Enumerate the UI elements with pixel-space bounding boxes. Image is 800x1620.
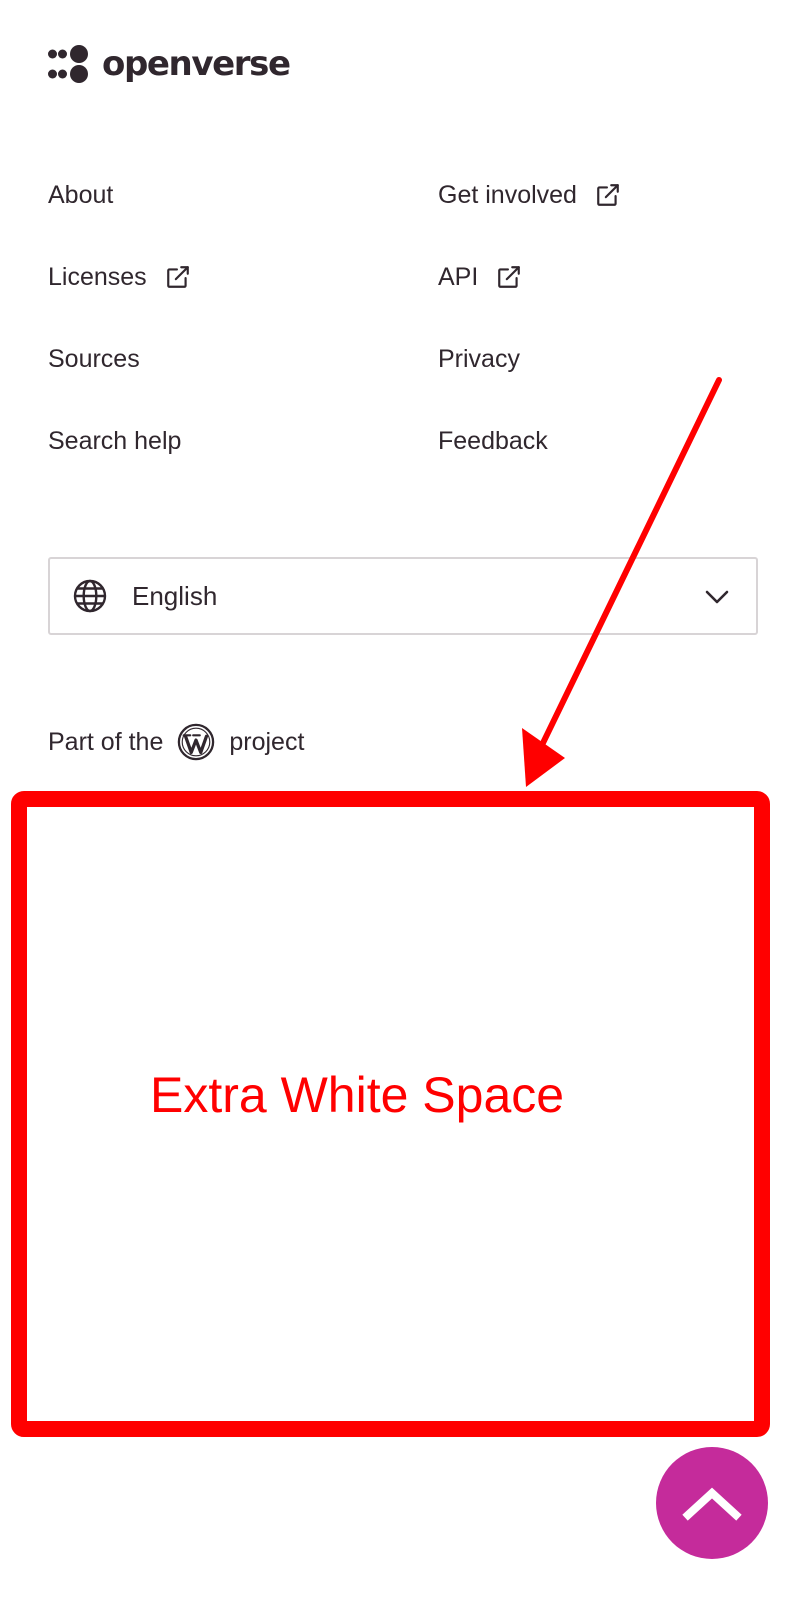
footer-link-label: About xyxy=(48,181,114,209)
openverse-logo-text: openverse xyxy=(102,44,291,84)
annotation-overlay xyxy=(11,377,770,1437)
back-to-top-button[interactable] xyxy=(656,1447,768,1559)
footer-link-label: Get involved xyxy=(438,181,577,209)
language-select-value: English xyxy=(132,581,218,611)
footer-link-feedback[interactable]: Feedback xyxy=(438,426,548,456)
external-link-icon xyxy=(597,184,619,206)
footer-link-get-involved[interactable]: Get involved xyxy=(438,180,621,210)
wordpress-icon[interactable] xyxy=(177,723,215,761)
footer-link-label: Sources xyxy=(48,345,140,373)
globe-icon xyxy=(73,579,107,613)
language-select[interactable]: English xyxy=(48,557,758,635)
footer-link-licenses[interactable]: Licenses xyxy=(48,262,191,292)
part-of-wordpress: Part of the project xyxy=(48,722,304,762)
footer-link-label: Licenses xyxy=(48,263,147,291)
openverse-logo[interactable]: openverse xyxy=(48,44,291,84)
external-link-icon xyxy=(166,266,189,288)
openverse-logo-icon xyxy=(48,45,88,83)
footer-link-about[interactable]: About xyxy=(48,180,113,210)
footer-link-privacy[interactable]: Privacy xyxy=(438,344,520,374)
chevron-down-icon xyxy=(705,590,729,604)
annotation-label: Extra White Space xyxy=(150,1067,565,1123)
footer-link-label: API xyxy=(438,263,479,291)
footer-link-label: Privacy xyxy=(438,345,520,373)
footer-link-sources[interactable]: Sources xyxy=(48,344,140,374)
part-of-suffix: project xyxy=(229,728,305,756)
footer-link-label: Search help xyxy=(48,427,182,455)
footer-link-search-help[interactable]: Search help xyxy=(48,426,181,456)
chevron-up-icon xyxy=(682,1487,742,1521)
footer-link-label: Feedback xyxy=(438,427,548,455)
part-of-prefix: Part of the xyxy=(48,728,164,756)
footer-link-api[interactable]: API xyxy=(438,262,522,292)
external-link-icon xyxy=(498,266,521,288)
annotation-arrowhead xyxy=(522,728,565,787)
